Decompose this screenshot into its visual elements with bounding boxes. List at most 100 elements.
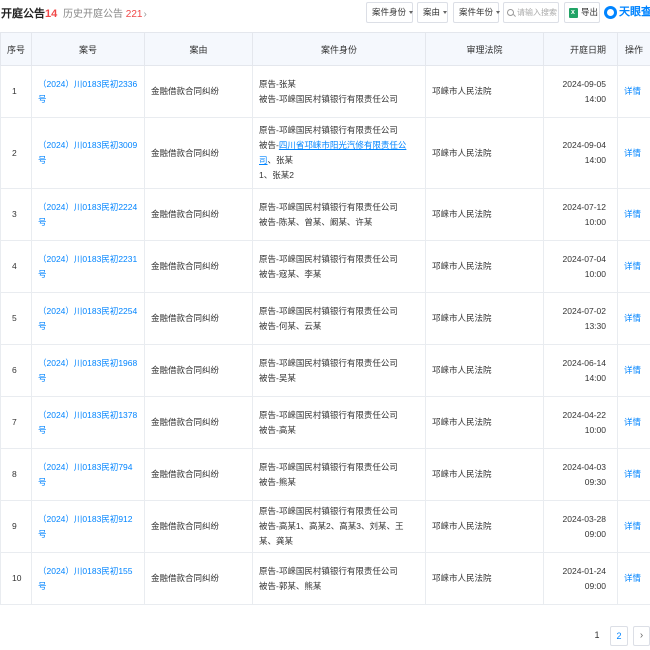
details-link[interactable]: 详情 — [617, 188, 650, 241]
case-number-cell: （2024）川0183民初2231号 — [31, 240, 145, 293]
details-link[interactable]: 详情 — [617, 65, 650, 118]
row-index: 7 — [0, 396, 32, 449]
case-number-link[interactable]: （2024）川0183民初2254号 — [38, 306, 137, 331]
party-defendant: 被告-高某1、高某2、高某3、刘某、王某、龚某 — [259, 521, 404, 546]
details-link[interactable]: 详情 — [617, 500, 650, 553]
case-number-link[interactable]: （2024）川0183民初2231号 — [38, 254, 137, 279]
table-row: 10 （2024）川0183民初155号 金融借款合同纠纷 原告-邛崃国民村镇银… — [0, 552, 650, 605]
court: 邛崃市人民法院 — [425, 500, 544, 553]
case-number-cell: （2024）川0183民初794号 — [31, 448, 145, 501]
party-plaintiff: 原告-邛崃国民村镇银行有限责任公司 — [259, 201, 398, 212]
case-parties: 原告-邛崃国民村镇银行有限责任公司 被告-高某 — [252, 396, 426, 449]
hearing-date: 2024-07-04 10:00 — [543, 240, 618, 293]
col-header-no: 序号 — [0, 32, 32, 66]
party-defendant: 被告-何某、云某 — [259, 320, 322, 331]
party-defendant: 被告-吴某 — [259, 372, 296, 383]
details-link[interactable]: 详情 — [617, 552, 650, 605]
party-plaintiff: 原告-邛崃国民村镇银行有限责任公司 — [259, 357, 398, 368]
party-plaintiff: 原告-邛崃国民村镇银行有限责任公司 — [259, 409, 398, 420]
case-number-link[interactable]: （2024）川0183民初3009号 — [38, 140, 137, 165]
case-cause: 金融借款合同纠纷 — [144, 344, 253, 397]
page-2-button[interactable]: 2 — [610, 626, 628, 646]
row-index: 8 — [0, 448, 32, 501]
party-plaintiff: 原告-邛崃国民村镇银行有限责任公司 — [259, 253, 398, 264]
case-number-cell: （2024）川0183民初1968号 — [31, 344, 145, 397]
party-plaintiff: 原告-张某 — [259, 78, 296, 89]
col-header-date: 开庭日期 — [543, 32, 618, 66]
case-cause: 金融借款合同纠纷 — [144, 65, 253, 118]
party-defendant: 被告-陈某、曾某、阚某、许某 — [259, 216, 373, 227]
details-link[interactable]: 详情 — [617, 240, 650, 293]
table-row: 1 （2024）川0183民初2336号 金融借款合同纠纷 原告-张某 被告-邛… — [0, 65, 650, 118]
case-cause-label: 案由 — [423, 7, 441, 17]
case-number-cell: （2024）川0183民初2336号 — [31, 65, 145, 118]
party-plaintiff: 原告-邛崃国民村镇银行有限责任公司 — [259, 461, 398, 472]
case-year-dropdown[interactable]: 案件年份 — [453, 2, 501, 23]
details-link[interactable]: 详情 — [617, 396, 650, 449]
caret-down-icon — [409, 11, 414, 15]
hearing-date: 2024-01-24 09:00 — [543, 552, 618, 605]
case-number-cell: （2024）川0183民初2254号 — [31, 292, 145, 345]
table-header: 序号 案号 案由 案件身份 审理法院 开庭日期 操作 — [0, 32, 650, 66]
case-parties: 原告-张某 被告-邛崃国民村镇银行有限责任公司 — [252, 65, 426, 118]
chevron-right-icon: › — [143, 9, 147, 20]
row-index: 1 — [0, 65, 32, 118]
table-row: 8 （2024）川0183民初794号 金融借款合同纠纷 原告-邛崃国民村镇银行… — [0, 448, 650, 501]
case-cause-dropdown[interactable]: 案由 — [417, 2, 448, 23]
case-number-link[interactable]: （2024）川0183民初155号 — [38, 566, 133, 591]
hearing-date: 2024-09-05 14:00 — [543, 65, 618, 118]
party-defendant: 被告-熊某 — [259, 476, 296, 487]
case-role-label: 案件身份 — [372, 7, 407, 17]
export-button[interactable]: 导出 — [564, 2, 600, 23]
case-year-label: 案件年份 — [459, 7, 494, 17]
hearing-date: 2024-03-28 09:00 — [543, 500, 618, 553]
search-icon — [507, 9, 514, 16]
case-parties: 原告-邛崃国民村镇银行有限责任公司 被告-四川省邛崃市阳光汽修有限责任公司、张某… — [252, 117, 426, 189]
hearing-table: 序号 案号 案由 案件身份 审理法院 开庭日期 操作 1 （2024）川0183… — [0, 32, 650, 605]
case-number-link[interactable]: （2024）川0183民初912号 — [38, 514, 133, 539]
case-number-link[interactable]: （2024）川0183民初1968号 — [38, 358, 137, 383]
page-1-button[interactable]: 1 — [589, 626, 605, 646]
party-defendant: 被告-寇某、李某 — [259, 268, 322, 279]
excel-icon — [569, 3, 578, 22]
details-link[interactable]: 详情 — [617, 344, 650, 397]
case-parties: 原告-邛崃国民村镇银行有限责任公司 被告-高某1、高某2、高某3、刘某、王某、龚… — [252, 500, 426, 553]
court: 邛崃市人民法院 — [425, 344, 544, 397]
table-row: 6 （2024）川0183民初1968号 金融借款合同纠纷 原告-邛崃国民村镇银… — [0, 344, 650, 397]
section-title-text: 开庭公告 — [1, 8, 45, 20]
col-header-parties: 案件身份 — [252, 32, 426, 66]
details-link[interactable]: 详情 — [617, 292, 650, 345]
history-link[interactable]: 历史开庭公告 221› — [63, 5, 147, 20]
brand-name: 天眼查 — [619, 6, 650, 18]
case-cause: 金融借款合同纠纷 — [144, 240, 253, 293]
case-role-dropdown[interactable]: 案件身份 — [366, 2, 414, 23]
party-defendant: 被告-邛崃国民村镇银行有限责任公司 — [259, 93, 398, 104]
court: 邛崃市人民法院 — [425, 188, 544, 241]
case-number-link[interactable]: （2024）川0183民初794号 — [38, 462, 133, 487]
party-defendant-cont: 1、张某2 — [259, 170, 294, 180]
case-cause: 金融借款合同纠纷 — [144, 117, 253, 189]
court: 邛崃市人民法院 — [425, 292, 544, 345]
party-defendant: 被告-郭某、熊某 — [259, 580, 322, 591]
case-number-link[interactable]: （2024）川0183民初2224号 — [38, 202, 137, 227]
case-number-link[interactable]: （2024）川0183民初1378号 — [38, 410, 137, 435]
search-input[interactable]: 请输入搜索 — [503, 2, 559, 23]
party-suffix: 、张某 — [267, 155, 294, 165]
next-page-button[interactable]: › — [633, 626, 650, 646]
party-plaintiff: 原告-邛崃国民村镇银行有限责任公司 — [259, 305, 398, 316]
details-link[interactable]: 详情 — [617, 448, 650, 501]
case-number-link[interactable]: （2024）川0183民初2336号 — [38, 79, 137, 104]
section-title: 开庭公告14 — [1, 5, 57, 21]
history-label: 历史开庭公告 — [63, 9, 123, 20]
party-defendant: 被告-高某 — [259, 424, 296, 435]
details-link[interactable]: 详情 — [617, 117, 650, 189]
case-cause: 金融借款合同纠纷 — [144, 396, 253, 449]
table-row: 2 （2024）川0183民初3009号 金融借款合同纠纷 原告-邛崃国民村镇银… — [0, 117, 650, 189]
table-row: 9 （2024）川0183民初912号 金融借款合同纠纷 原告-邛崃国民村镇银行… — [0, 500, 650, 553]
brand-logo: 天眼查 — [604, 3, 650, 23]
col-header-cause: 案由 — [144, 32, 253, 66]
row-index: 5 — [0, 292, 32, 345]
case-parties: 原告-邛崃国民村镇银行有限责任公司 被告-陈某、曾某、阚某、许某 — [252, 188, 426, 241]
party-prefix: 被告- — [259, 140, 279, 150]
case-number-cell: （2024）川0183民初155号 — [31, 552, 145, 605]
